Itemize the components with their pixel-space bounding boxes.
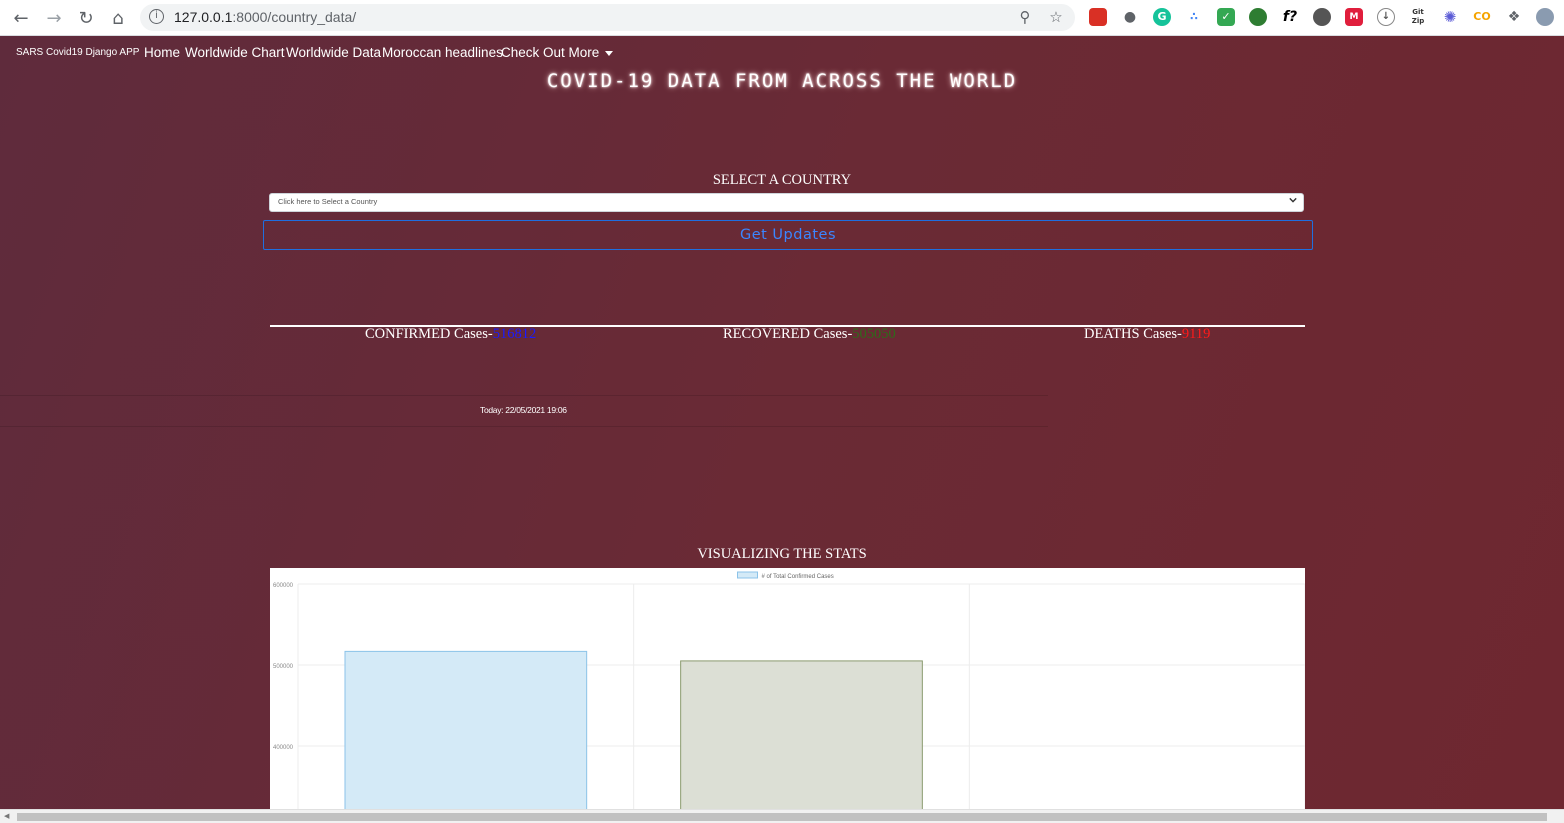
y-tick-label: 400000	[273, 745, 294, 751]
timestamp: Today: 22/05/2021 19:06	[480, 405, 567, 415]
caret-down-icon	[605, 50, 614, 56]
nav-dropdown-label: Check Out More	[501, 45, 600, 60]
chart-heading: VISUALIZING THE STATS	[697, 546, 867, 562]
extension-star-icon[interactable]: ✺	[1441, 8, 1459, 26]
legend-label: # of Total Confirmed Cases	[762, 574, 834, 580]
url-host: 127.0.0.1	[174, 9, 233, 25]
nav-link-worldwide-data[interactable]: Worldwide Data	[286, 45, 381, 60]
y-tick-label: 600000	[273, 583, 294, 589]
browser-toolbar: ← → ↻ ⌂ i 127.0.0.1:8000/country_data/ ⚲…	[0, 0, 1564, 36]
nav-link-worldwide-chart[interactable]: Worldwide Chart	[185, 45, 285, 60]
extension-colab-icon[interactable]: CO	[1473, 8, 1491, 26]
recovered-label: RECOVERED Cases-	[723, 326, 853, 342]
site-info-icon[interactable]: i	[149, 9, 164, 24]
url-path: :8000/country_data/	[232, 9, 357, 25]
bookmark-star-icon[interactable]: ☆	[1046, 7, 1066, 27]
forward-icon[interactable]: →	[41, 5, 67, 31]
extension-circle-icon[interactable]	[1313, 8, 1331, 26]
home-icon[interactable]: ⌂	[105, 5, 131, 31]
legend-swatch	[737, 571, 758, 579]
deaths-stat: DEATHS Cases-9119	[1084, 326, 1210, 343]
bar-chart-svg: 600000 500000 400000 # of Total Confirmed C…	[273, 571, 1305, 809]
extension-gitzip-icon[interactable]: Git Zip	[1409, 8, 1427, 26]
back-icon[interactable]: ←	[8, 5, 34, 31]
country-select[interactable]: Click here to Select a Country	[269, 193, 1304, 212]
bar-chart: 600000 500000 400000 # of Total Confirmed C…	[270, 568, 1305, 809]
extension-dots-icon[interactable]: ∴	[1185, 8, 1203, 26]
bar	[680, 660, 923, 809]
confirmed-label: CONFIRMED Cases-	[365, 326, 493, 342]
extension-fx-icon[interactable]: f?	[1281, 8, 1299, 26]
zoom-icon[interactable]: ⚲	[1015, 7, 1035, 27]
extension-globe-icon[interactable]	[1249, 8, 1267, 26]
select-country-label: SELECT A COUNTRY	[712, 172, 852, 188]
recovered-value: 505050	[852, 326, 896, 342]
timestamp-bar: Today: 22/05/2021 19:06	[0, 395, 1048, 427]
nav-link-home[interactable]: Home	[144, 45, 180, 60]
horizontal-scrollbar[interactable]: ◀	[0, 809, 1564, 823]
extension-mendeley-icon[interactable]: M	[1345, 8, 1363, 26]
page-title: COVID-19 DATA FROM ACROSS THE WORLD	[546, 70, 1018, 92]
extension-book-icon[interactable]	[1089, 8, 1107, 26]
reload-icon[interactable]: ↻	[73, 5, 99, 31]
scrollbar-thumb[interactable]	[17, 813, 1547, 821]
bar	[344, 650, 588, 809]
country-select-value: Click here to Select a Country	[278, 197, 378, 206]
address-bar[interactable]: i 127.0.0.1:8000/country_data/ ⚲ ☆	[140, 4, 1075, 31]
extensions-puzzle-icon[interactable]: ❖	[1505, 8, 1523, 26]
deaths-label: DEATHS Cases-	[1084, 326, 1182, 342]
extension-bulb-icon[interactable]: ●	[1121, 8, 1139, 26]
confirmed-value: 516812	[492, 326, 537, 342]
confirmed-stat: CONFIRMED Cases-516812	[365, 326, 536, 343]
y-tick-label: 500000	[273, 664, 294, 670]
nav-link-moroccan-headlines[interactable]: Moroccan headlines	[382, 45, 503, 60]
page-content: SARS Covid19 Django APP Home Worldwide C…	[0, 36, 1564, 809]
extension-download-icon[interactable]: ↓	[1377, 8, 1395, 26]
nav-dropdown-check-out-more[interactable]: Check Out More	[501, 45, 614, 60]
chevron-down-icon	[1289, 197, 1297, 203]
recovered-stat: RECOVERED Cases-505050	[723, 326, 896, 343]
extension-grammarly-icon[interactable]: G	[1153, 8, 1171, 26]
get-updates-button[interactable]: Get Updates	[263, 220, 1313, 250]
navbar: SARS Covid19 Django APP Home Worldwide C…	[0, 36, 1564, 72]
scroll-left-icon[interactable]: ◀	[4, 812, 9, 820]
navbar-brand[interactable]: SARS Covid19 Django APP	[16, 47, 139, 58]
profile-avatar[interactable]	[1536, 8, 1554, 26]
deaths-value: 9119	[1181, 326, 1211, 342]
extension-mail-icon[interactable]: ✓	[1217, 8, 1235, 26]
url-text[interactable]: 127.0.0.1:8000/country_data/	[174, 9, 356, 25]
